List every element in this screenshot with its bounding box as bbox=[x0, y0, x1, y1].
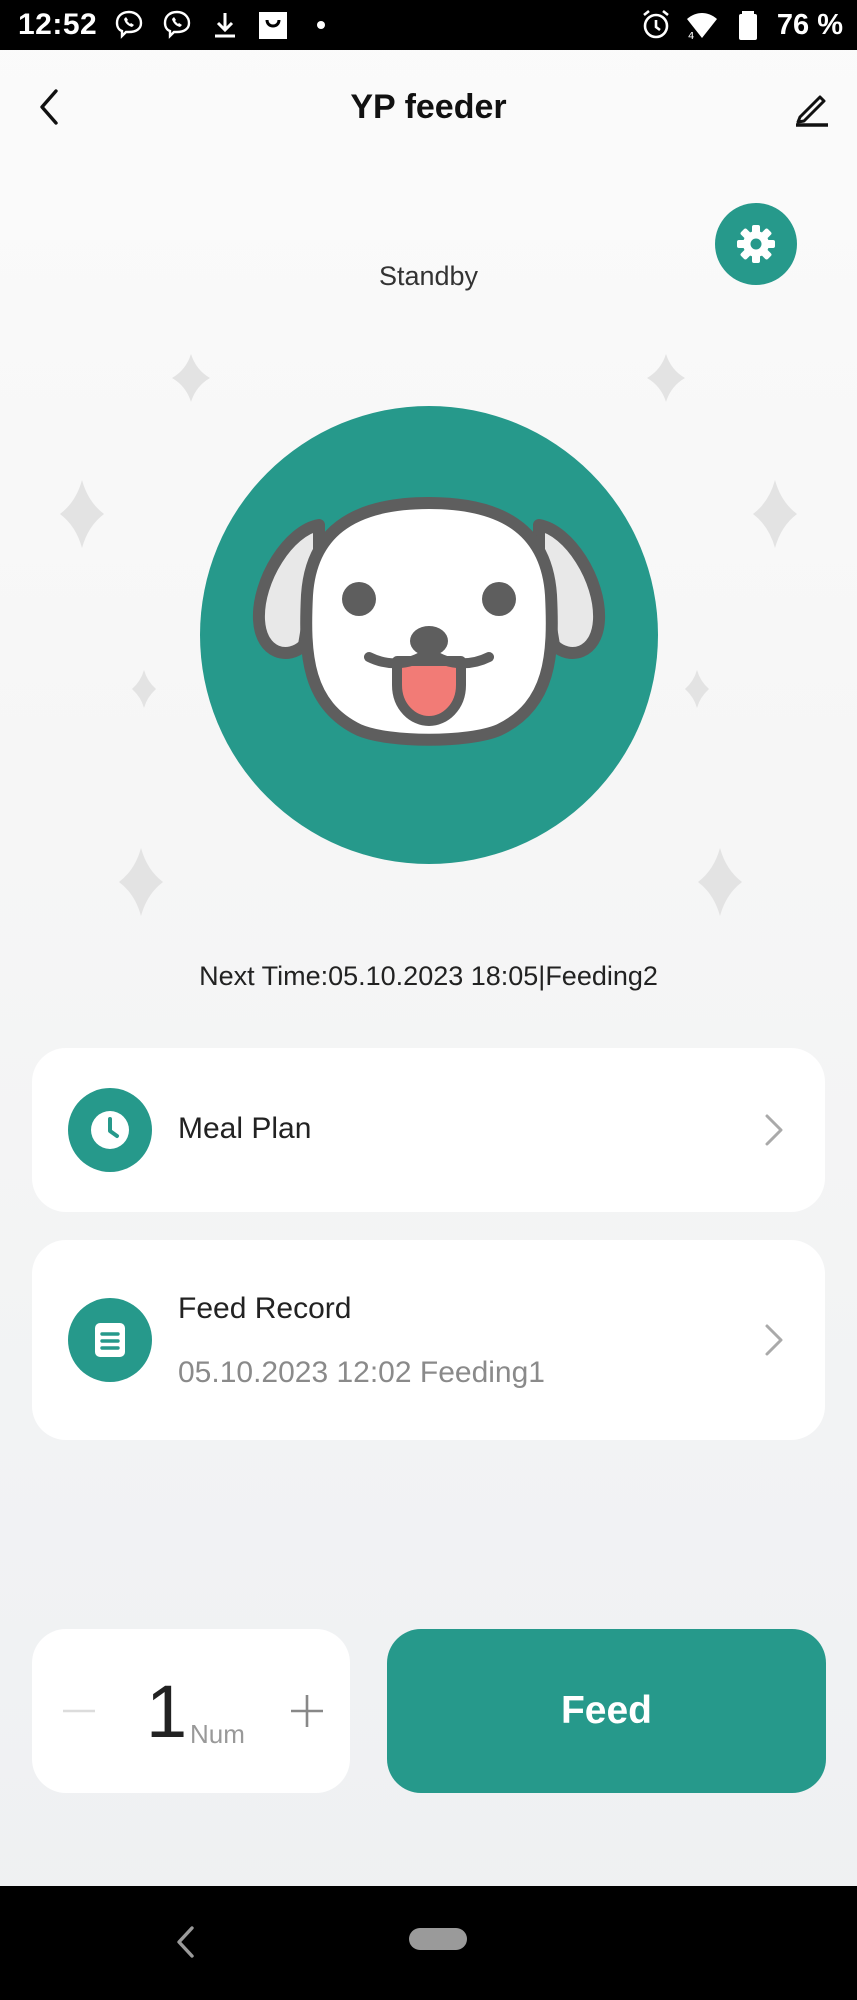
svg-text:4: 4 bbox=[688, 31, 694, 42]
clock-icon bbox=[91, 1111, 129, 1149]
viber-icon bbox=[163, 10, 191, 39]
battery-icon bbox=[738, 11, 757, 40]
sparkle-icon bbox=[132, 670, 156, 708]
device-status: Standby bbox=[378, 261, 479, 291]
feed-record-icon-wrap bbox=[68, 1298, 152, 1382]
chevron-right-icon bbox=[765, 1324, 783, 1356]
dog-face-icon bbox=[252, 496, 606, 746]
viber-icon bbox=[115, 10, 143, 39]
system-nav-bar bbox=[0, 1886, 857, 2000]
sparkle-icon bbox=[753, 480, 797, 548]
portion-unit: Num bbox=[190, 1719, 245, 1749]
feed-button[interactable]: Feed bbox=[387, 1629, 826, 1793]
sparkle-icon bbox=[119, 848, 163, 916]
feed-record-card[interactable]: Feed Record 05.10.2023 12:02 Feeding1 bbox=[32, 1240, 825, 1440]
chevron-right-icon bbox=[765, 1114, 783, 1146]
dot-icon bbox=[317, 21, 325, 29]
decrease-button[interactable] bbox=[54, 1681, 104, 1741]
portion-stepper: 1 Num bbox=[32, 1629, 350, 1793]
alarm-icon bbox=[643, 9, 669, 39]
notification-icons bbox=[112, 8, 338, 42]
nav-home-pill[interactable] bbox=[409, 1928, 467, 1950]
sparkle-icon bbox=[60, 480, 104, 548]
meal-plan-icon-wrap bbox=[68, 1088, 152, 1172]
next-feeding-time: Next Time:05.10.2023 18:05|Feeding2 bbox=[199, 961, 658, 991]
edit-pencil-icon bbox=[796, 95, 828, 127]
sparkle-icon bbox=[647, 354, 685, 402]
feed-record-detail: 05.10.2023 12:02 Feeding1 bbox=[178, 1356, 545, 1389]
edit-button[interactable] bbox=[787, 82, 837, 132]
sparkle-icon bbox=[685, 670, 709, 708]
sparkle-icon bbox=[698, 848, 742, 916]
status-bar: 12:52 4 76 % bbox=[0, 0, 857, 50]
pet-avatar bbox=[200, 406, 658, 864]
status-time: 12:52 bbox=[18, 8, 98, 41]
plus-icon bbox=[291, 1695, 323, 1727]
nav-back-icon[interactable] bbox=[170, 1920, 200, 1964]
minus-icon bbox=[63, 1709, 95, 1713]
document-icon bbox=[95, 1323, 125, 1357]
feed-record-label: Feed Record bbox=[178, 1292, 352, 1325]
meal-plan-label: Meal Plan bbox=[178, 1112, 312, 1145]
gear-icon bbox=[737, 225, 775, 263]
increase-button[interactable] bbox=[282, 1681, 332, 1741]
battery-percent: 76 % bbox=[776, 8, 843, 41]
page-title: YP feeder bbox=[350, 88, 507, 126]
wifi-icon: 4 bbox=[686, 13, 717, 42]
portion-value: 1 bbox=[146, 1670, 188, 1753]
system-icons: 4 76 % bbox=[639, 8, 843, 42]
sparkle-icon bbox=[172, 354, 210, 402]
app-header: YP feeder bbox=[0, 50, 857, 168]
download-icon bbox=[215, 13, 235, 38]
meal-plan-card[interactable]: Meal Plan bbox=[32, 1048, 825, 1212]
shopping-bag-icon bbox=[259, 12, 287, 39]
